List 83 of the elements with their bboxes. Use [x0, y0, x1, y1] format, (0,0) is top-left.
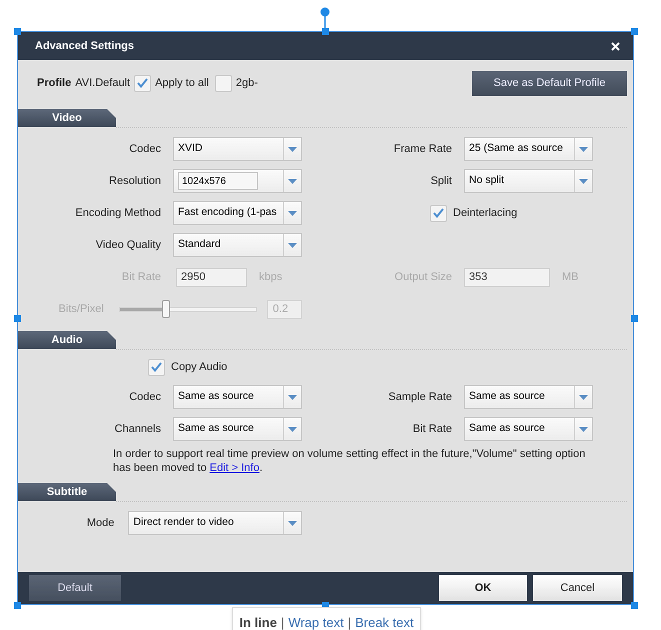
field-label: Mode [86, 516, 114, 531]
dropdown[interactable]: Same as source [173, 417, 302, 441]
field-label: Frame Rate [392, 142, 452, 157]
dropdown[interactable]: 25 (Same as source [464, 137, 593, 161]
resize-handle[interactable] [631, 28, 638, 35]
rotate-handle[interactable] [320, 7, 330, 30]
field-label: Video Quality [94, 238, 161, 253]
resize-handle[interactable] [322, 28, 329, 35]
close-icon[interactable] [611, 42, 620, 50]
field-label: Channels [114, 422, 161, 437]
dropdown[interactable]: Same as source [464, 385, 593, 409]
checkbox-label: Apply to all [155, 76, 209, 91]
dropdown-value: Fast encoding (1-pas [178, 205, 277, 220]
caret-icon [288, 210, 297, 216]
slider[interactable] [118, 300, 257, 318]
field-label: Bit Rate [120, 270, 161, 285]
caret-icon [579, 178, 588, 184]
save-profile-button[interactable]: Save as Default Profile [472, 70, 627, 96]
dropdown[interactable]: Direct render to video [128, 511, 302, 535]
edit-info-link[interactable]: Edit > Info [210, 462, 260, 474]
caret-icon [579, 146, 588, 152]
profile-label: Profile [37, 76, 72, 91]
dropdown[interactable]: XVID [173, 137, 302, 161]
dropdown[interactable]: 1024x576 [173, 169, 302, 193]
checkbox[interactable] [430, 204, 447, 222]
checkbox[interactable] [134, 74, 152, 92]
checkbox[interactable] [148, 358, 165, 376]
caret-icon [288, 146, 297, 152]
caret-icon [288, 426, 297, 432]
dropdown-value: Standard [178, 237, 221, 252]
cancel-button[interactable]: Cancel [533, 575, 622, 601]
separator: | [280, 615, 284, 630]
slider-readout: 0.2 [266, 300, 302, 318]
wrap-option-link[interactable]: Break text [355, 615, 414, 630]
wrap-option-link[interactable]: Wrap text [288, 615, 344, 630]
resize-handle[interactable] [14, 602, 21, 609]
checkbox-label: Deinterlacing [453, 206, 518, 221]
resolution-field[interactable]: 1024x576 [178, 172, 258, 190]
field-label: Split [430, 174, 452, 189]
default-button[interactable]: Default [29, 575, 121, 601]
field-label: Bit Rate [412, 422, 452, 437]
dropdown[interactable]: No split [464, 169, 593, 193]
caret-icon [288, 520, 297, 526]
volume-note: In order to support real time preview on volume setting effect in the future,"Volume" setting option has been moved to Edit > Info. [112, 447, 586, 475]
checkbox-label: 2gb- [236, 76, 258, 91]
check-icon [151, 362, 162, 372]
dropdown-value: Same as source [178, 421, 254, 436]
resize-handle[interactable] [14, 315, 21, 322]
window-title: Advanced Settings [35, 38, 134, 54]
check-icon [433, 208, 444, 218]
field-label: Encoding Method [74, 206, 161, 221]
ok-button[interactable]: OK [439, 575, 527, 601]
separator: | [348, 615, 352, 630]
dropdown-value: Direct render to video [133, 515, 234, 530]
dropdown-value: Same as source [469, 389, 545, 404]
check-icon [137, 78, 148, 88]
wrap-option-link[interactable]: In line [239, 615, 277, 630]
checkbox[interactable] [214, 74, 232, 92]
caret-icon [288, 242, 297, 248]
field-label: Resolution [108, 174, 161, 189]
resize-handle[interactable] [14, 28, 21, 35]
dropdown[interactable]: Standard [173, 233, 302, 257]
dropdown[interactable]: Fast encoding (1-pas [173, 201, 302, 225]
dropdown-value: 25 (Same as source [469, 141, 563, 156]
dropdown-value: Same as source [178, 389, 254, 404]
caret-icon [288, 394, 297, 400]
field-label: Output Size [394, 270, 452, 285]
caret-icon [579, 394, 588, 400]
dropdown[interactable]: Same as source [173, 385, 302, 409]
caret-icon [288, 178, 297, 184]
dropdown-value: No split [469, 173, 504, 188]
field-label: Bits/Pixel [58, 302, 104, 317]
caret-icon [579, 426, 588, 432]
dropdown-value: Same as source [469, 421, 545, 436]
resize-handle[interactable] [631, 315, 638, 322]
dropdown-value: XVID [178, 141, 203, 156]
profile-name: AVI.Default [75, 76, 130, 91]
field-label: Sample Rate [387, 390, 452, 405]
resize-handle[interactable] [631, 602, 638, 609]
checkbox-label: Copy Audio [171, 360, 228, 375]
field-label: Codec [128, 390, 161, 405]
field-label: Codec [128, 142, 161, 157]
dropdown[interactable]: Same as source [464, 417, 593, 441]
